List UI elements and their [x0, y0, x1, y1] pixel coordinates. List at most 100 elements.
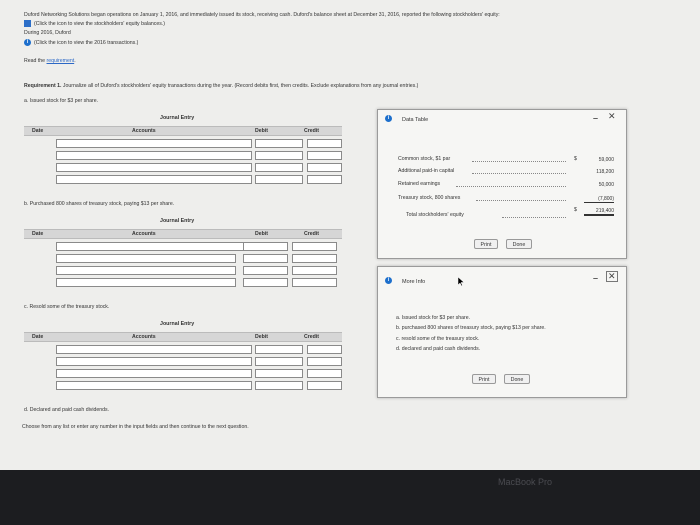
dt-row-label: Common stock, $1 par [398, 156, 451, 162]
account-input[interactable] [56, 381, 252, 390]
debit-input[interactable] [255, 163, 303, 172]
data-table-panel: i Data Table – ✕ Common stock, $1 par $ … [377, 109, 627, 259]
requirement-line: Requirement 1. Journalize all of Duford'… [24, 83, 419, 89]
close-icon[interactable]: ✕ [606, 271, 618, 282]
read-requirement: Read the requirement. [24, 58, 76, 64]
journal-row [24, 254, 342, 264]
debit-input[interactable] [255, 381, 303, 390]
debit-input[interactable] [243, 278, 288, 287]
credit-header: Credit [304, 334, 319, 340]
debit-input[interactable] [255, 357, 303, 366]
account-input[interactable] [56, 151, 252, 160]
dt-row-value: 50,000 [598, 182, 614, 188]
info-icon: i [385, 115, 392, 122]
more-info-panel: i More Info – ✕ a. Issued stock for $3 p… [377, 266, 627, 398]
requirement-link[interactable]: requirement [47, 58, 75, 64]
accounts-header: Accounts [132, 128, 156, 134]
account-input[interactable] [56, 163, 252, 172]
credit-input[interactable] [307, 175, 342, 184]
debit-input[interactable] [243, 242, 288, 251]
debit-input[interactable] [255, 151, 303, 160]
leader-dots [472, 173, 566, 174]
account-input[interactable] [56, 175, 252, 184]
accounts-header: Accounts [132, 231, 156, 237]
data-table-title: Data Table [402, 117, 429, 123]
debit-input[interactable] [255, 175, 303, 184]
account-input[interactable] [56, 369, 252, 378]
credit-input[interactable] [307, 151, 342, 160]
section-d-label: d. Declared and paid cash dividends. [24, 407, 110, 413]
credit-input[interactable] [307, 357, 342, 366]
minimize-icon[interactable]: – [593, 273, 598, 283]
date-header: Date [32, 231, 44, 237]
credit-input[interactable] [292, 278, 337, 287]
date-header: Date [32, 128, 44, 134]
info-icon: i [385, 277, 392, 284]
credit-input[interactable] [292, 266, 337, 275]
account-input[interactable] [56, 345, 252, 354]
credit-input[interactable] [292, 254, 337, 263]
screen: Duford Networking Solutions began operat… [0, 0, 700, 470]
during-year-text: During 2016, Duford [24, 30, 71, 36]
dt-total-label: Total stockholders' equity [406, 212, 464, 218]
section-c-label: c. Resold some of the treasury stock. [24, 304, 110, 310]
journal-row [24, 369, 342, 379]
debit-header: Debit [255, 334, 268, 340]
credit-input[interactable] [307, 163, 342, 172]
journal-header-b: Date Accounts Debit Credit [24, 229, 342, 239]
journal-row [24, 163, 342, 173]
table-icon[interactable] [24, 20, 31, 27]
credit-input[interactable] [307, 345, 342, 354]
journal-title-c: Journal Entry [160, 321, 195, 327]
credit-header: Credit [304, 128, 319, 134]
debit-input[interactable] [255, 369, 303, 378]
dt-row-currency: $ [574, 156, 577, 162]
leader-dots [456, 186, 566, 187]
debit-input[interactable] [255, 139, 303, 148]
read-prefix: Read the [24, 58, 47, 64]
journal-row [24, 278, 342, 288]
minimize-icon[interactable]: – [593, 113, 598, 123]
credit-input[interactable] [307, 369, 342, 378]
requirement-text: Journalize all of Duford's stockholders'… [61, 83, 419, 89]
equity-balances-link-text[interactable]: (Click the icon to view the stockholders… [34, 21, 165, 27]
credit-input[interactable] [292, 242, 337, 251]
section-a-label: a. Issued stock for $3 per share. [24, 98, 99, 104]
journal-row [24, 345, 342, 355]
more-info-item: a. Issued stock for $3 per share. [396, 315, 471, 321]
credit-header: Credit [304, 231, 319, 237]
account-input[interactable] [56, 357, 252, 366]
done-button[interactable]: Done [504, 374, 530, 384]
info-icon[interactable]: i [24, 39, 31, 46]
journal-row [24, 357, 342, 367]
debit-header: Debit [255, 231, 268, 237]
date-header: Date [32, 334, 44, 340]
debit-input[interactable] [243, 254, 288, 263]
more-info-title: More Info [402, 279, 426, 285]
credit-input[interactable] [307, 139, 342, 148]
debit-input[interactable] [243, 266, 288, 275]
read-suffix: . [74, 58, 76, 64]
journal-row [24, 151, 342, 161]
dt-row-value: 59,000 [598, 157, 614, 163]
journal-header-c: Date Accounts Debit Credit [24, 332, 342, 342]
journal-row [24, 266, 342, 276]
close-icon[interactable]: ✕ [608, 111, 616, 122]
section-b-label: b. Purchased 800 shares of treasury stoc… [24, 201, 175, 207]
print-button[interactable]: Print [474, 239, 498, 249]
leader-dots [476, 200, 566, 201]
credit-input[interactable] [307, 381, 342, 390]
account-input[interactable] [56, 139, 252, 148]
account-input[interactable] [56, 266, 236, 275]
print-button[interactable]: Print [472, 374, 496, 384]
debit-input[interactable] [255, 345, 303, 354]
account-input[interactable] [56, 242, 252, 251]
account-input[interactable] [56, 254, 236, 263]
journal-title-a: Journal Entry [160, 115, 195, 121]
done-button[interactable]: Done [506, 239, 532, 249]
transactions-link-text[interactable]: (Click the icon to view the 2016 transac… [34, 40, 138, 46]
journal-title-b: Journal Entry [160, 218, 195, 224]
dt-total-currency: $ [574, 207, 577, 213]
more-info-item: d. declared and paid cash dividends. [396, 346, 481, 352]
account-input[interactable] [56, 278, 236, 287]
